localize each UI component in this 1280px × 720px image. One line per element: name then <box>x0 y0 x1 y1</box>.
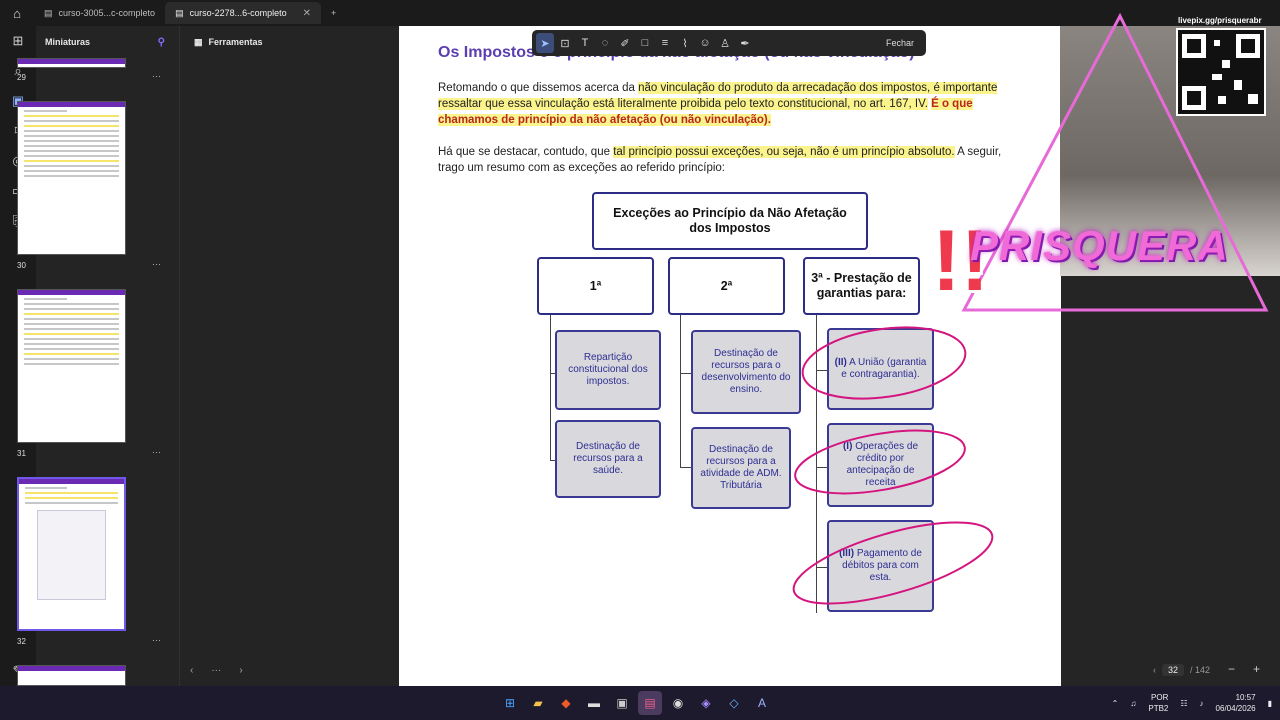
highlighter-icon[interactable]: ✐ <box>616 33 634 53</box>
page-thumbnail[interactable] <box>17 58 126 68</box>
page-thumbnail[interactable] <box>17 665 126 686</box>
close-button[interactable]: Fechar <box>878 33 922 53</box>
page-number-input[interactable]: 32 <box>1162 664 1185 676</box>
app-icon[interactable]: ◇ <box>722 691 746 715</box>
app-icon[interactable]: ▣ <box>610 691 634 715</box>
line-icon[interactable]: ≡ <box>656 33 674 53</box>
tab-document-2[interactable]: ▤ curso-2278...6-completo ✕ <box>165 2 322 24</box>
overlay-name: PRISQUERA <box>970 222 1229 269</box>
home-icon[interactable]: ⌂ <box>0 0 34 26</box>
sticker-icon[interactable]: ☺ <box>696 33 714 53</box>
microphone-icon[interactable]: ♫ <box>1130 699 1136 708</box>
prev-icon[interactable]: ‹ <box>190 665 193 676</box>
more-icon[interactable]: ··· <box>152 71 161 81</box>
stamp-icon[interactable]: ♙ <box>716 33 734 53</box>
comment-icon[interactable]: ◌ <box>596 33 614 53</box>
page-thumbnail[interactable] <box>17 101 126 255</box>
more-icon[interactable]: ··· <box>152 635 161 645</box>
thumb-number: 29 <box>17 73 26 82</box>
app-icon[interactable]: ◈ <box>694 691 718 715</box>
ink-circle <box>801 326 967 400</box>
terminal-icon[interactable]: ▬ <box>582 691 606 715</box>
page-thumbnail[interactable] <box>17 289 126 443</box>
app-icon[interactable]: A <box>750 691 774 715</box>
windows-start-icon[interactable]: ⊞ <box>498 691 522 715</box>
speaker-icon[interactable]: ♪ <box>1200 699 1204 708</box>
signature-icon[interactable]: ✒ <box>736 33 754 53</box>
clock[interactable]: 10:57 06/04/2026 <box>1216 692 1256 714</box>
zoom-in-icon[interactable]: + <box>1253 662 1260 676</box>
network-icon[interactable]: ☷ <box>1180 699 1187 708</box>
page-total: / 142 <box>1190 665 1211 675</box>
select-icon[interactable]: ➤ <box>536 33 554 53</box>
system-tray: ⌃ ♫ POR PTB2 ☷ ♪ 10:57 06/04/2026 ▮ <box>1112 686 1272 720</box>
ink-circle <box>794 429 966 495</box>
tab-label: curso-3005...c-completo <box>58 8 156 18</box>
close-icon[interactable]: ✕ <box>303 8 311 19</box>
qr-label: livepix.gg/prisquerabr <box>1178 16 1262 25</box>
more-icon[interactable]: ··· <box>152 447 161 457</box>
pdf-icon: ▤ <box>175 7 184 18</box>
keyboard-layout[interactable]: POR PTB2 <box>1148 692 1168 714</box>
qr-code <box>1176 28 1266 116</box>
tools-panel: ▦ Ferramentas <box>180 26 399 686</box>
file-explorer-icon[interactable]: ▰ <box>526 691 550 715</box>
thumb-number: 30 <box>17 261 26 270</box>
next-icon[interactable]: › <box>239 665 242 676</box>
text-icon[interactable]: T <box>576 33 594 53</box>
panel-title: Ferramentas <box>208 37 263 47</box>
pdf-reader-icon[interactable]: ▤ <box>638 691 662 715</box>
chevron-up-icon[interactable]: ⌃ <box>1112 699 1119 708</box>
crop-icon[interactable]: ⊡ <box>556 33 574 53</box>
prev-page-icon[interactable]: ‹ <box>1153 665 1156 675</box>
thumbnail-pager: ‹ ··· › <box>190 662 260 678</box>
tab-label: curso-2278...6-completo <box>189 8 287 18</box>
panel-title: Miniaturas <box>45 37 91 47</box>
annotation-toolbar: ➤ ⊡ T ◌ ✐ □ ≡ ⌇ ☺ ♙ ✒ Fechar <box>532 30 926 56</box>
pin-icon[interactable]: ⚲ <box>158 37 165 48</box>
clip-icon[interactable]: ⌇ <box>676 33 694 53</box>
notification-icon[interactable]: ▮ <box>1268 699 1272 708</box>
new-tab-button[interactable]: + <box>321 2 346 24</box>
more-icon[interactable]: ··· <box>152 259 161 269</box>
apps-icon[interactable]: ⊞ <box>0 26 36 56</box>
tab-document-1[interactable]: ▤ curso-3005...c-completo <box>34 2 165 24</box>
taskbar: ⊞ ▰ ◆ ▬ ▣ ▤ ◉ ◈ ◇ A ⌃ ♫ POR PTB2 ☷ ♪ 10:5… <box>0 686 1280 720</box>
thumb-number: 31 <box>17 449 26 458</box>
thumb-number: 32 <box>17 637 26 646</box>
shape-icon[interactable]: □ <box>636 33 654 53</box>
pdf-icon: ▤ <box>44 7 53 18</box>
brave-browser-icon[interactable]: ◆ <box>554 691 578 715</box>
ink-circle <box>792 521 994 605</box>
more-icon[interactable]: ··· <box>211 665 221 676</box>
obs-icon[interactable]: ◉ <box>666 691 690 715</box>
toolbox-icon: ▦ <box>194 36 203 47</box>
zoom-controls: − + <box>1228 662 1260 676</box>
page-thumbnail-selected[interactable] <box>17 477 126 631</box>
zoom-out-icon[interactable]: − <box>1228 662 1235 676</box>
